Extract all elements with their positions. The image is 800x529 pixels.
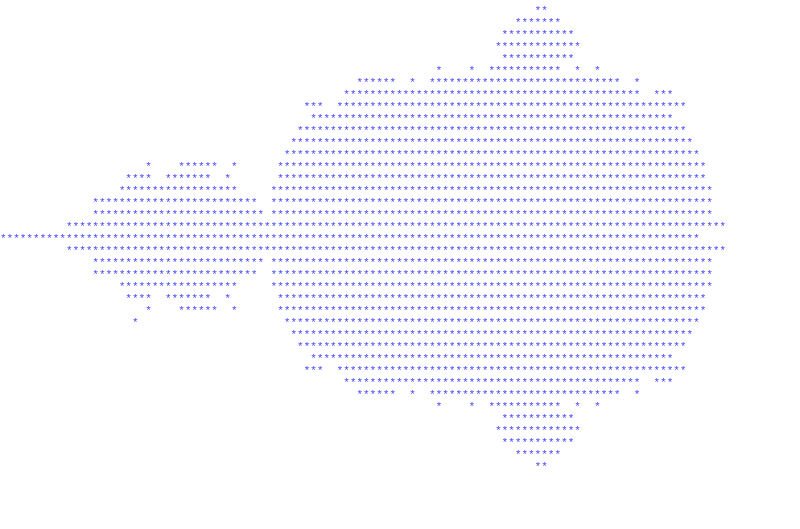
ascii-line: ****************************************…	[0, 330, 800, 342]
ascii-line: * * *********** * *	[0, 402, 800, 414]
ascii-line: ****************** *********************…	[0, 186, 800, 198]
ascii-line: ************************* **************…	[0, 198, 800, 210]
ascii-line: * * *********** * *	[0, 66, 800, 78]
ascii-line: ************************** *************…	[0, 210, 800, 222]
ascii-line: * **************************************…	[0, 318, 800, 330]
ascii-line: ***********	[0, 414, 800, 426]
ascii-line: *************	[0, 42, 800, 54]
ascii-line: * ****** * *****************************…	[0, 162, 800, 174]
ascii-art: ** ******* ***********	[0, 6, 800, 474]
ascii-line: ****************************************…	[0, 138, 800, 150]
ascii-line: ****************************************…	[0, 126, 800, 138]
ascii-line: ****************************************…	[0, 90, 800, 102]
ascii-line: **** ******* * *************************…	[0, 294, 800, 306]
ascii-line: ****************************************…	[0, 234, 800, 246]
ascii-line: ****************************************…	[0, 114, 800, 126]
ascii-line: *** ************************************…	[0, 366, 800, 378]
ascii-line: **** ******* * *************************…	[0, 174, 800, 186]
ascii-line: *******	[0, 18, 800, 30]
ascii-art-container: ** ******* ***********	[0, 0, 800, 529]
ascii-line: ************************* **************…	[0, 270, 800, 282]
ascii-line: ****************************************…	[0, 222, 800, 234]
ascii-line: ****************************************…	[0, 354, 800, 366]
ascii-line: *************	[0, 426, 800, 438]
ascii-line: ****************************************…	[0, 378, 800, 390]
ascii-line: ***********	[0, 30, 800, 42]
ascii-line: ***********	[0, 438, 800, 450]
ascii-line: ****************************************…	[0, 246, 800, 258]
ascii-line: ************************** *************…	[0, 258, 800, 270]
ascii-line: *******	[0, 450, 800, 462]
ascii-line: * ****** * *****************************…	[0, 306, 800, 318]
ascii-line: ****** * ***************************** *	[0, 78, 800, 90]
ascii-line: **	[0, 6, 800, 18]
ascii-line: ****************** *********************…	[0, 282, 800, 294]
ascii-line: ***********	[0, 54, 800, 66]
ascii-line: *** ************************************…	[0, 102, 800, 114]
ascii-line: ****************************************…	[0, 342, 800, 354]
ascii-line: **	[0, 462, 800, 474]
ascii-line: ****************************************…	[0, 150, 800, 162]
ascii-line: ****** * ***************************** *	[0, 390, 800, 402]
